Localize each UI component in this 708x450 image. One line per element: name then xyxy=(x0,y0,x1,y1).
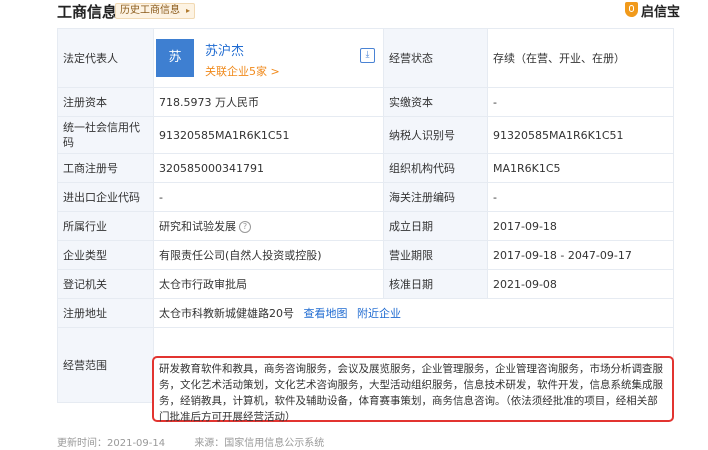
industry-cell: 研究和试验发展? xyxy=(153,211,384,241)
section-title: 工商信息 xyxy=(57,3,118,21)
related-companies-link[interactable]: 关联企业5家 > xyxy=(205,63,280,79)
legal-rep-cell: 苏 苏沪杰 关联企业5家 > ⤓ xyxy=(153,28,384,88)
table-row: 注册资本 718.5973 万人民币 实缴资本 - xyxy=(57,87,674,117)
row-label: 进出口企业代码 xyxy=(57,182,154,212)
address-label: 注册地址 xyxy=(57,298,154,328)
legal-rep-label: 法定代表人 xyxy=(57,28,154,88)
help-icon[interactable]: ? xyxy=(239,221,251,233)
row-value: - xyxy=(153,182,384,212)
row-value: 2017-09-18 xyxy=(487,211,674,241)
shield-logo-icon xyxy=(625,2,638,17)
row-label: 核准日期 xyxy=(383,269,488,299)
table-row: 进出口企业代码 - 海关注册编码 - xyxy=(57,182,674,212)
row-label: 统一社会信用代码 xyxy=(57,116,154,154)
row-label: 成立日期 xyxy=(383,211,488,241)
table-row: 企业类型 有限责任公司(自然人投资或控股) 营业期限 2017-09-18 - … xyxy=(57,240,674,270)
footer: 更新时间：2021-09-14 来源：国家信用信息公示系统 xyxy=(57,434,350,449)
status-value: 存续（在营、开业、在册） xyxy=(487,28,674,88)
row-label: 营业期限 xyxy=(383,240,488,270)
row-label: 海关注册编码 xyxy=(383,182,488,212)
update-time: 更新时间：2021-09-14 xyxy=(57,438,166,449)
legal-rep-name-link[interactable]: 苏沪杰 xyxy=(205,40,244,59)
row-value: 2021-09-08 xyxy=(487,269,674,299)
table-row: 工商注册号 320585000341791 组织机构代码 MA1R6K1C5 xyxy=(57,153,674,183)
row-value: 有限责任公司(自然人投资或控股) xyxy=(153,240,384,270)
address-value: 太仓市科教新城健雄路20号 xyxy=(159,307,294,320)
brand-name: 启信宝 xyxy=(641,5,681,20)
row-value: 太仓市行政审批局 xyxy=(153,269,384,299)
export-icon[interactable]: ⤓ xyxy=(360,48,375,63)
business-scope-highlight: 研发教育软件和教具，商务咨询服务，会议及展览服务，企业管理服务，企业管理咨询服务… xyxy=(152,356,674,423)
table-row: 注册地址 太仓市科教新城健雄路20号 查看地图 附近企业 xyxy=(57,298,674,328)
table-row: 登记机关 太仓市行政审批局 核准日期 2021-09-08 xyxy=(57,269,674,299)
table-row: 法定代表人 苏 苏沪杰 关联企业5家 > ⤓ 经营状态 存续（在营、开业、在册） xyxy=(57,28,674,88)
business-scope-text: 研发教育软件和教具，商务咨询服务，会议及展览服务，企业管理服务，企业管理咨询服务… xyxy=(159,363,663,423)
nearby-companies-link[interactable]: 附近企业 xyxy=(357,307,401,320)
row-value: 91320585MA1R6K1C51 xyxy=(153,116,384,154)
view-map-link[interactable]: 查看地图 xyxy=(304,307,348,320)
row-label: 企业类型 xyxy=(57,240,154,270)
status-label: 经营状态 xyxy=(383,28,488,88)
row-label: 纳税人识别号 xyxy=(383,116,488,154)
history-info-button[interactable]: 历史工商信息 ▸ xyxy=(115,3,195,19)
row-label: 所属行业 xyxy=(57,211,154,241)
row-value: - xyxy=(487,182,674,212)
row-label: 组织机构代码 xyxy=(383,153,488,183)
row-value: 2017-09-18 - 2047-09-17 xyxy=(487,240,674,270)
data-source: 来源：国家信用信息公示系统 xyxy=(194,438,325,449)
history-info-label: 历史工商信息 xyxy=(120,5,180,16)
row-value: 718.5973 万人民币 xyxy=(153,87,384,117)
row-value: 320585000341791 xyxy=(153,153,384,183)
row-label: 注册资本 xyxy=(57,87,154,117)
address-cell: 太仓市科教新城健雄路20号 查看地图 附近企业 xyxy=(153,298,674,328)
scope-label: 经营范围 xyxy=(57,327,154,403)
table-row: 所属行业 研究和试验发展? 成立日期 2017-09-18 xyxy=(57,211,674,241)
row-value: MA1R6K1C5 xyxy=(487,153,674,183)
row-value: - xyxy=(487,87,674,117)
row-label: 工商注册号 xyxy=(57,153,154,183)
row-value: 91320585MA1R6K1C51 xyxy=(487,116,674,154)
industry-value: 研究和试验发展 xyxy=(159,220,236,233)
business-info-table: 法定代表人 苏 苏沪杰 关联企业5家 > ⤓ 经营状态 存续（在营、开业、在册）… xyxy=(57,28,674,403)
row-label: 登记机关 xyxy=(57,269,154,299)
section-header: 工商信息 历史工商信息 ▸ 启信宝 xyxy=(0,0,708,22)
row-label: 实缴资本 xyxy=(383,87,488,117)
caret-right-icon: ▸ xyxy=(185,6,190,15)
table-row: 统一社会信用代码 91320585MA1R6K1C51 纳税人识别号 91320… xyxy=(57,116,674,154)
avatar: 苏 xyxy=(156,39,194,77)
